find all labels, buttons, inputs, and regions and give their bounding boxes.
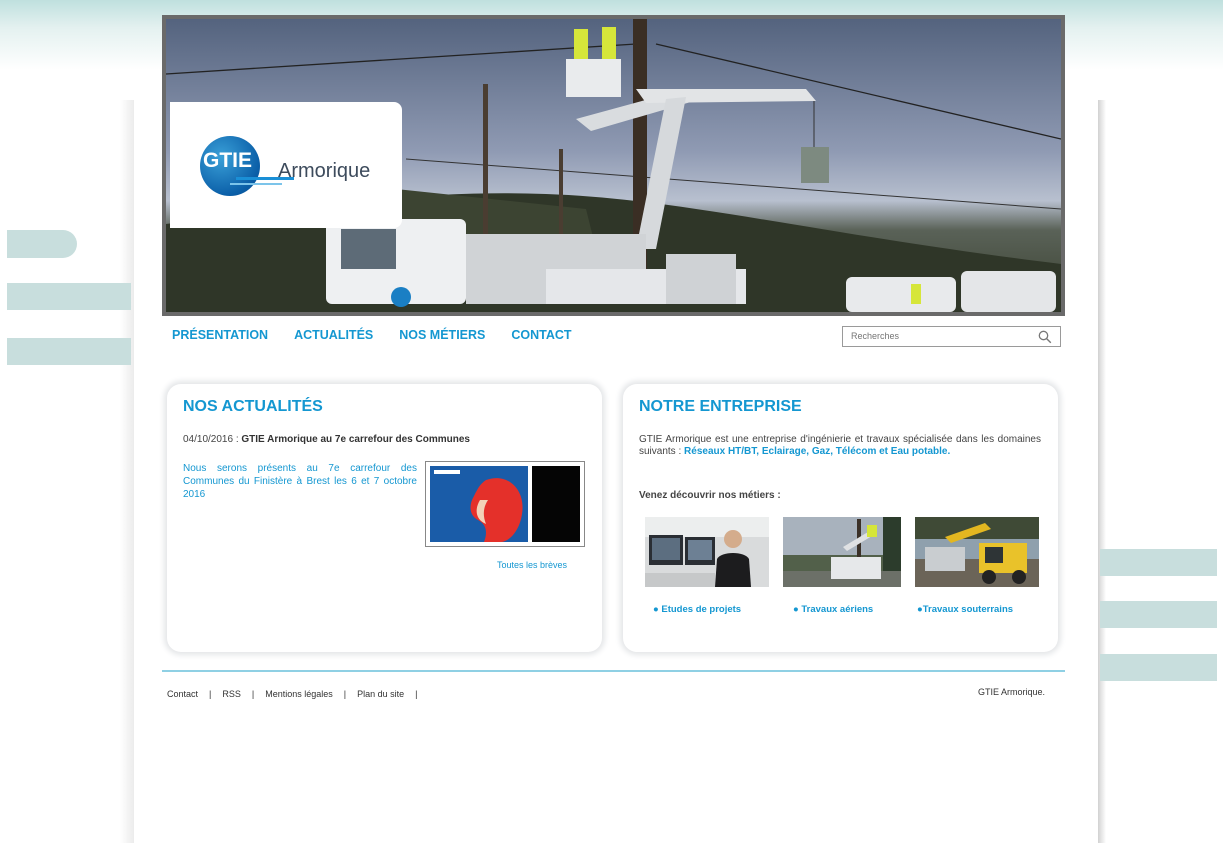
job-link-aeriens[interactable]: ● Travaux aériens [793, 604, 873, 615]
company-title: NOTRE ENTREPRISE [639, 398, 802, 415]
decorative-band [7, 230, 77, 258]
job-link-souterrains[interactable]: ●Travaux souterrains [917, 604, 1013, 615]
footer-copyright: GTIE Armorique. [978, 687, 1046, 697]
decorative-band [1100, 549, 1217, 576]
all-news-link[interactable]: Toutes les brèves [497, 560, 567, 570]
decorative-band [7, 338, 131, 365]
logo-short: GTIE [203, 149, 253, 172]
logo-name: Armorique [278, 160, 371, 182]
left-page-shadow [120, 100, 134, 843]
footer-divider [162, 670, 1065, 672]
footer-separator: | [209, 689, 212, 699]
decorative-band [1100, 654, 1217, 681]
news-panel: NOS ACTUALITÉS 04/10/2016 : GTIE Armoriq… [167, 384, 602, 652]
nav-presentation[interactable]: PRÉSENTATION [172, 328, 268, 342]
footer-mentions[interactable]: Mentions légales [265, 689, 333, 699]
logo-card[interactable]: GTIE Armorique [170, 102, 402, 228]
footer-rss[interactable]: RSS [222, 689, 241, 699]
thumb-etudes[interactable] [645, 517, 769, 587]
search-input[interactable] [849, 330, 1033, 342]
nav-nos-metiers[interactable]: NOS MÉTIERS [399, 328, 485, 342]
company-intro: GTIE Armorique est une entreprise d'ingé… [639, 434, 1041, 458]
company-domains: Réseaux HT/BT, Eclairage, Gaz, Télécom e… [684, 446, 951, 457]
news-image[interactable] [425, 461, 585, 547]
footer-links: Contact | RSS | Mentions légales | Plan du sit… [167, 689, 429, 699]
company-panel: NOTRE ENTREPRISE GTIE Armorique est une … [623, 384, 1058, 652]
search-box [842, 326, 1061, 347]
nav-contact[interactable]: CONTACT [511, 328, 571, 342]
news-body[interactable]: Nous serons présents au 7e carrefour des… [183, 462, 417, 501]
search-icon[interactable] [1038, 330, 1052, 344]
right-page-shadow [1098, 100, 1106, 843]
thumb-aeriens[interactable] [783, 517, 901, 587]
news-date: 04/10/2016 : [183, 434, 239, 445]
footer-separator: | [343, 689, 347, 699]
news-headline[interactable]: GTIE Armorique au 7e carrefour des Commu… [241, 434, 470, 445]
nav-actualites[interactable]: ACTUALITÉS [294, 328, 373, 342]
main-nav: PRÉSENTATION ACTUALITÉS NOS MÉTIERS CONT… [172, 328, 598, 342]
footer-separator: | [415, 689, 418, 699]
logo-swoosh [230, 183, 282, 185]
job-link-etudes[interactable]: ● Etudes de projets [653, 604, 741, 615]
decorative-band [7, 283, 131, 310]
footer-plan[interactable]: Plan du site [357, 689, 404, 699]
discover-label: Venez découvrir nos métiers : [639, 490, 781, 501]
footer-separator: | [251, 689, 255, 699]
decorative-band [1100, 601, 1217, 628]
news-title: NOS ACTUALITÉS [183, 398, 323, 415]
hero-banner: GTIE Armorique [162, 15, 1065, 316]
news-headline-line: 04/10/2016 : GTIE Armorique au 7e carref… [183, 434, 470, 445]
footer-contact[interactable]: Contact [167, 689, 198, 699]
thumb-souterrains[interactable] [915, 517, 1039, 587]
